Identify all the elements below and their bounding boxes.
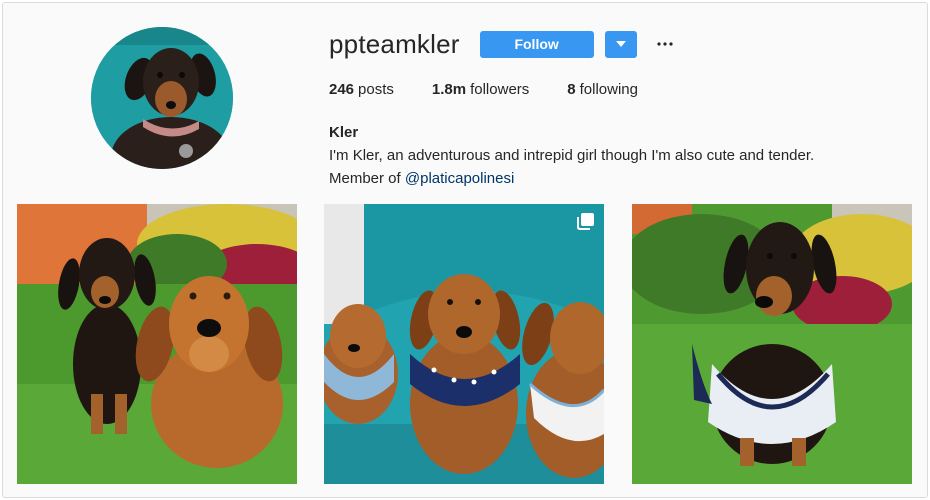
profile-page: ppteamkler Follow 246 posts 1.8m followe… <box>2 2 928 498</box>
chevron-down-icon <box>615 41 626 47</box>
profile-username: ppteamkler <box>329 28 460 59</box>
bio-text: I'm Kler, an adventurous and intrepid gi… <box>329 147 815 164</box>
following-stat[interactable]: 8 following <box>567 81 638 98</box>
follow-button[interactable]: Follow <box>479 30 594 58</box>
profile-header: ppteamkler Follow <box>329 29 675 59</box>
member-prefix: Member of <box>329 170 401 187</box>
profile-avatar[interactable] <box>91 27 233 169</box>
followers-count: 1.8m <box>431 81 467 98</box>
post-image-3 <box>632 204 912 484</box>
following-count: 8 <box>567 81 576 98</box>
posts-label: posts <box>358 81 394 98</box>
posts-stat: 246 posts <box>329 81 394 98</box>
more-options-button[interactable] <box>655 34 675 54</box>
posts-count: 246 <box>329 81 355 98</box>
post-tile-3[interactable] <box>632 204 912 484</box>
suggestions-dropdown-button[interactable] <box>604 30 637 58</box>
profile-stats: 246 posts 1.8m followers 8 following <box>329 81 676 98</box>
following-label: following <box>579 81 638 98</box>
bio-member-line: Member of @platicapolinesi <box>329 167 814 190</box>
profile-bio: Kler I'm Kler, an adventurous and intrep… <box>329 121 814 190</box>
post-tile-1[interactable] <box>17 204 297 484</box>
followers-label: followers <box>470 81 530 98</box>
more-options-icon <box>657 42 673 46</box>
carousel-icon <box>577 213 594 230</box>
post-image-1 <box>17 204 297 484</box>
post-image-2 <box>324 204 604 484</box>
post-tile-2[interactable] <box>324 204 604 484</box>
profile-full-name: Kler <box>329 124 359 141</box>
member-link[interactable]: @platicapolinesi <box>405 170 514 187</box>
followers-stat[interactable]: 1.8m followers <box>432 81 529 98</box>
